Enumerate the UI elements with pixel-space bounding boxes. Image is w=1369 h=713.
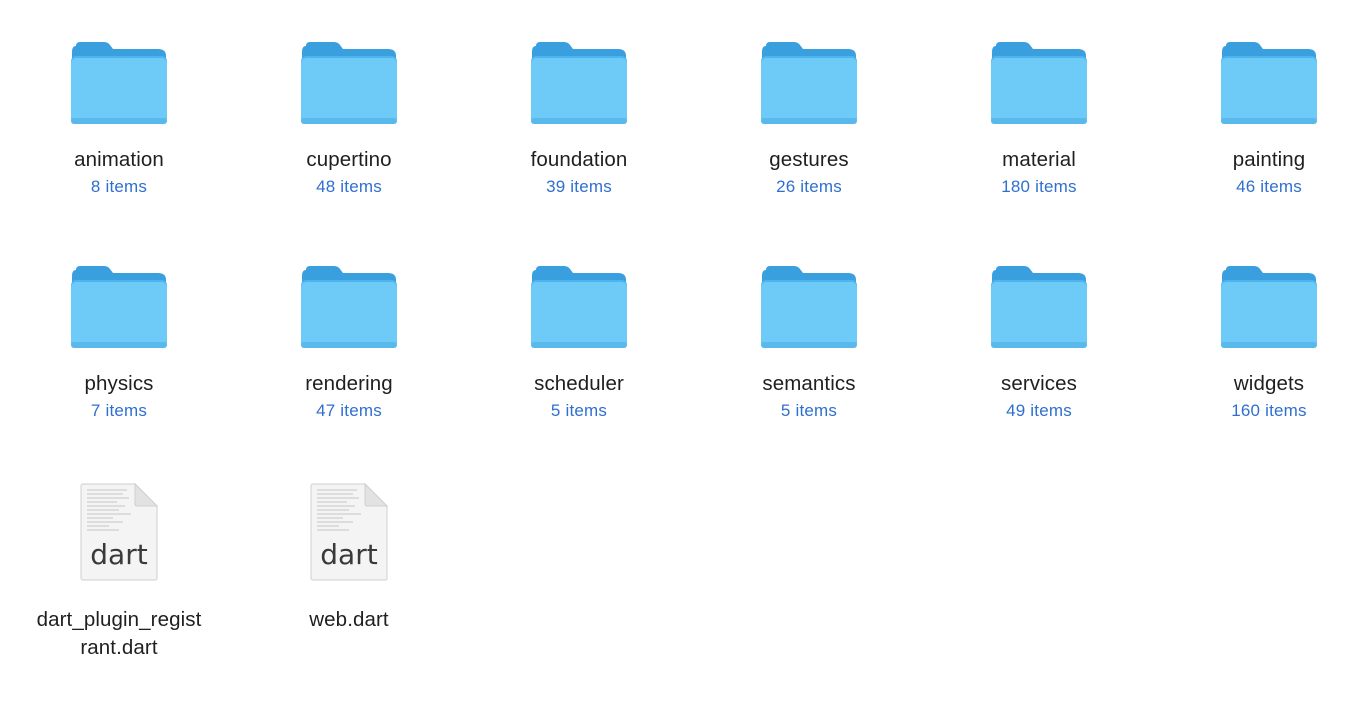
item-name: services	[1001, 372, 1077, 395]
folder-icon	[990, 42, 1088, 126]
item-count: 49 items	[1006, 401, 1072, 420]
item-name: semantics	[762, 372, 856, 395]
folder-icon	[70, 42, 168, 126]
dart-file-icon: dart	[309, 482, 389, 582]
item-count: 26 items	[776, 177, 842, 196]
folder-icon	[70, 266, 168, 350]
item-name: scheduler	[534, 372, 624, 395]
item-name: animation	[74, 148, 164, 171]
item-name: dart_plugin_regist rant.dart	[36, 608, 202, 659]
item-name: web.dart	[309, 608, 389, 631]
item-name: cupertino	[306, 148, 392, 171]
item-count: 8 items	[90, 177, 148, 196]
item-count: 48 items	[316, 177, 382, 196]
item-count: 5 items	[780, 401, 838, 420]
folder-icon	[760, 266, 858, 350]
folder-icon	[530, 266, 628, 350]
item-count: 5 items	[550, 401, 608, 420]
item-count: 180 items	[1001, 177, 1077, 196]
item-name: gestures	[769, 148, 849, 171]
item-count: 39 items	[546, 177, 612, 196]
dart-file-icon: dart	[79, 482, 159, 582]
file-extension-label: dart	[90, 538, 148, 571]
folder-icon	[1220, 42, 1318, 126]
folder-icon	[990, 266, 1088, 350]
item-name: physics	[84, 372, 154, 395]
item-name: widgets	[1233, 372, 1305, 395]
folder-icon	[300, 42, 398, 126]
folder-icon	[300, 266, 398, 350]
folder-icon	[760, 42, 858, 126]
item-name: rendering	[305, 372, 393, 395]
item-name: material	[1002, 148, 1076, 171]
item-count: 160 items	[1231, 401, 1307, 420]
item-count: 7 items	[90, 401, 148, 420]
folder-icon	[1220, 266, 1318, 350]
file-extension-label: dart	[320, 538, 378, 571]
folder-icon	[530, 42, 628, 126]
item-name: foundation	[530, 148, 628, 171]
finder-icon-grid: animation 8 items cupertino 48 items fou…	[0, 0, 1369, 713]
item-count: 47 items	[316, 401, 382, 420]
item-count: 46 items	[1236, 177, 1302, 196]
item-name: painting	[1232, 148, 1306, 171]
